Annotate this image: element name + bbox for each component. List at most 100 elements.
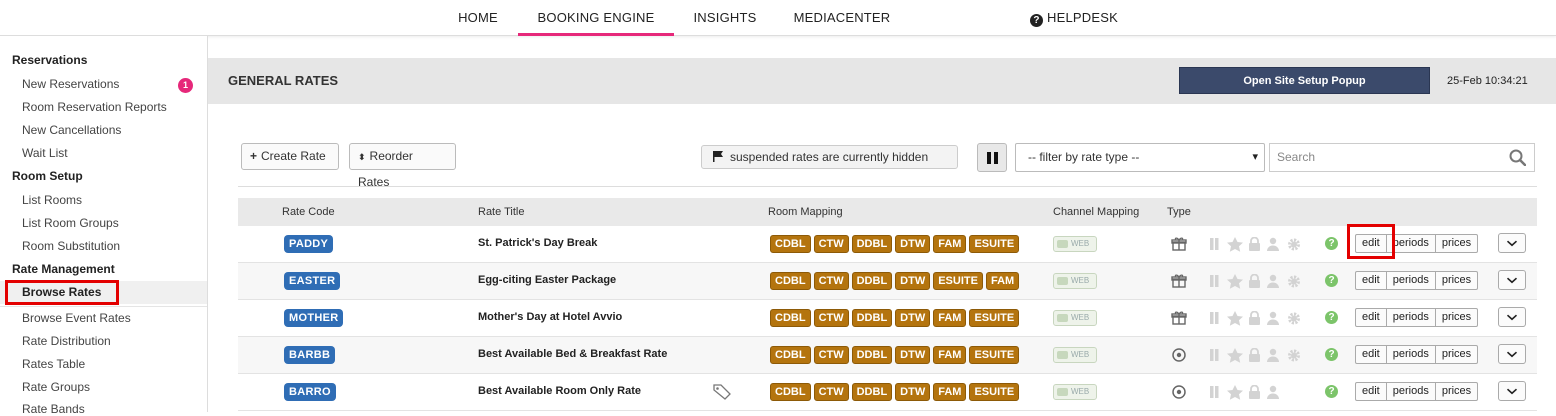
sidebar-item-new-cancellations[interactable]: New Cancellations	[22, 123, 121, 137]
prices-button[interactable]: prices	[1434, 308, 1479, 327]
help-icon[interactable]: ?	[1325, 348, 1338, 361]
status-icons	[1210, 347, 1310, 363]
room-mapping-badge: DDBL	[851, 383, 893, 401]
prices-button[interactable]: prices	[1434, 345, 1479, 364]
room-mapping-badge: CTW	[813, 272, 849, 290]
header-room-mapping: Room Mapping	[768, 206, 843, 218]
channel-web-badge: WEB	[1053, 236, 1097, 252]
row-dropdown-button[interactable]	[1498, 270, 1526, 290]
rate-code-badge[interactable]: PADDY	[284, 235, 334, 253]
reorder-rates-label: Reorder Rates	[358, 149, 413, 189]
help-icon[interactable]: ?	[1325, 237, 1338, 250]
periods-button[interactable]: periods	[1385, 308, 1436, 327]
room-mapping-badge: CTW	[813, 383, 849, 401]
sidebar: Reservations New Reservations 1 Room Res…	[0, 36, 208, 416]
standard-rate-icon	[1171, 347, 1187, 363]
prices-button[interactable]: prices	[1434, 234, 1479, 253]
nav-home[interactable]: HOME	[448, 0, 508, 36]
sidebar-item-rates-table[interactable]: Rates Table	[22, 357, 85, 371]
rate-type-filter-select[interactable]: -- filter by rate type -- ▾	[1015, 143, 1265, 172]
chevron-down-icon	[1499, 240, 1525, 255]
header-rate-code: Rate Code	[282, 206, 335, 218]
sidebar-item-wait-list[interactable]: Wait List	[22, 146, 68, 160]
toolbar-divider	[238, 186, 1537, 187]
periods-button[interactable]: periods	[1385, 382, 1436, 401]
row-dropdown-button[interactable]	[1498, 307, 1526, 327]
table-row: MOTHER Mother's Day at Hotel Avvio CDBL CTW…	[238, 300, 1537, 337]
prices-button[interactable]: prices	[1434, 271, 1479, 290]
open-site-setup-popup-button[interactable]: Open Site Setup Popup	[1179, 67, 1430, 94]
room-mapping-badge: ESUITE	[969, 235, 1020, 253]
channel-web-badge: WEB	[1053, 273, 1097, 289]
sidebar-item-room-reservation-reports[interactable]: Room Reservation Reports	[22, 100, 167, 114]
nav-booking-engine[interactable]: BOOKING ENGINE	[518, 0, 674, 36]
room-mapping-badge: CTW	[813, 235, 849, 253]
room-mapping-badge: CDBL	[770, 309, 811, 327]
header-rate-title: Rate Title	[478, 206, 525, 218]
clock: 25-Feb 10:34:21	[1447, 75, 1528, 87]
create-rate-button[interactable]: + Create Rate	[241, 143, 339, 170]
nav-helpdesk[interactable]: ? HELPDESK	[1024, 0, 1124, 36]
room-mapping-badge: DTW	[895, 383, 931, 401]
page-header: GENERAL RATES Open Site Setup Popup 25-F…	[208, 58, 1556, 104]
sidebar-item-list-rooms[interactable]: List Rooms	[22, 193, 82, 207]
periods-button[interactable]: periods	[1385, 271, 1436, 290]
row-dropdown-button[interactable]	[1498, 344, 1526, 364]
search-placeholder: Search	[1277, 150, 1316, 164]
periods-button[interactable]: periods	[1385, 345, 1436, 364]
room-mapping-badge: FAM	[933, 309, 967, 327]
sidebar-item-rate-groups[interactable]: Rate Groups	[22, 380, 90, 394]
sidebar-item-new-reservations[interactable]: New Reservations	[22, 77, 119, 91]
status-icons	[1210, 273, 1310, 289]
room-mapping-badge: CDBL	[770, 235, 811, 253]
rate-code-badge[interactable]: MOTHER	[284, 309, 344, 327]
sidebar-item-rate-distribution[interactable]: Rate Distribution	[22, 334, 111, 348]
sidebar-item-browse-event-rates[interactable]: Browse Event Rates	[22, 311, 131, 325]
chevron-down-icon: ▾	[1252, 151, 1258, 163]
sort-icon: ⬍	[358, 152, 366, 162]
room-mapping-badge: CTW	[813, 346, 849, 364]
gift-package-icon	[1171, 310, 1187, 326]
rate-code-badge[interactable]: EASTER	[284, 272, 341, 290]
channel-web-badge: WEB	[1053, 310, 1097, 326]
edit-button[interactable]: edit	[1355, 308, 1387, 327]
help-icon[interactable]: ?	[1325, 385, 1338, 398]
pause-icon-bar	[994, 152, 998, 164]
rate-code-badge[interactable]: BARRO	[284, 383, 336, 401]
row-dropdown-button[interactable]	[1498, 233, 1526, 253]
notification-badge: 1	[178, 78, 193, 93]
nav-mediacenter[interactable]: MEDIACENTER	[784, 0, 900, 36]
helpdesk-label: HELPDESK	[1047, 10, 1118, 25]
search-input[interactable]: Search	[1269, 143, 1535, 172]
rate-actions: edit periods prices	[1355, 271, 1479, 290]
room-mapping: CDBL CTW DDBL DTW FAM ESUITE	[770, 309, 1022, 327]
sidebar-item-rate-bands[interactable]: Rate Bands	[22, 402, 85, 416]
edit-button[interactable]: edit	[1355, 345, 1387, 364]
table-row: BARBB Best Available Bed & Breakfast Rate…	[238, 337, 1537, 374]
help-icon[interactable]: ?	[1325, 274, 1338, 287]
standard-rate-icon	[1171, 384, 1187, 400]
row-dropdown-button[interactable]	[1498, 381, 1526, 401]
room-mapping-badge: ESUITE	[969, 383, 1020, 401]
rate-code-badge[interactable]: BARBB	[284, 346, 336, 364]
nav-insights[interactable]: INSIGHTS	[684, 0, 766, 36]
room-mapping-badge: FAM	[933, 235, 967, 253]
suspended-rates-toggle[interactable]: suspended rates are currently hidden	[701, 145, 958, 169]
sidebar-item-list-room-groups[interactable]: List Room Groups	[22, 216, 119, 230]
reorder-rates-button[interactable]: ⬍ Reorder Rates	[349, 143, 456, 189]
filter-selected-value: -- filter by rate type --	[1028, 150, 1140, 164]
edit-button[interactable]: edit	[1355, 382, 1387, 401]
sidebar-item-browse-rates[interactable]: Browse Rates	[5, 280, 119, 305]
edit-button[interactable]: edit	[1355, 271, 1387, 290]
pause-button[interactable]	[977, 143, 1007, 172]
search-icon[interactable]	[1509, 149, 1526, 166]
rate-actions: edit periods prices	[1355, 382, 1479, 401]
sidebar-item-room-substitution[interactable]: Room Substitution	[22, 239, 120, 253]
rate-title: Best Available Room Only Rate	[478, 385, 642, 397]
chevron-down-icon	[1499, 314, 1525, 329]
help-icon[interactable]: ?	[1325, 311, 1338, 324]
prices-button[interactable]: prices	[1434, 382, 1479, 401]
gift-package-icon	[1171, 273, 1187, 289]
room-mapping-badge: DDBL	[851, 272, 893, 290]
room-mapping: CDBL CTW DDBL DTW FAM ESUITE	[770, 346, 1022, 364]
